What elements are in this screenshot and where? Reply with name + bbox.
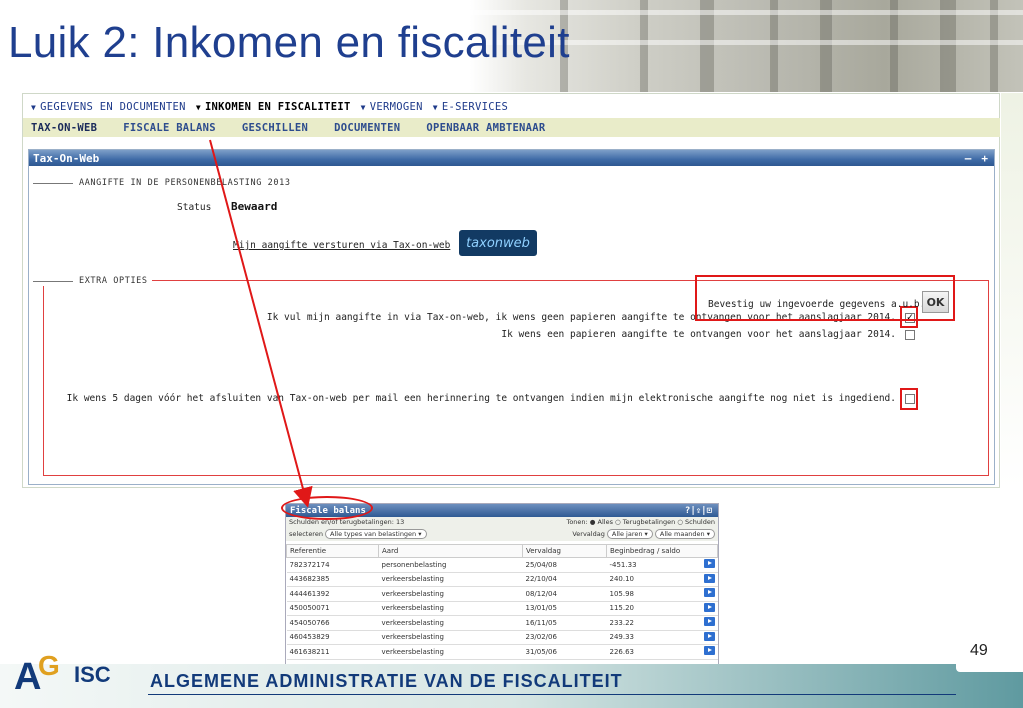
ok-button[interactable]: OK	[922, 291, 949, 313]
table-cell: 460453829	[286, 630, 379, 645]
topnav-item-eservices[interactable]: ▼ E-SERVICES	[433, 101, 508, 113]
fiscale-balans-filter-row: selecteren Alle types van belastingen ▾ …	[286, 527, 718, 541]
table-cell: 115.20	[606, 601, 680, 616]
table-row: 460453829 verkeersbelasting 23/02/06 249.33	[286, 630, 718, 645]
option-paper-checkbox[interactable]	[905, 330, 915, 340]
tax-type-select[interactable]: Alle types van belastingen ▾	[325, 529, 427, 539]
panel-title: Tax-On-Web	[33, 151, 100, 165]
table-cell: 782372174	[286, 557, 379, 573]
confirm-text: Bevestig uw ingevoerde gegevens a.u.b..	[708, 299, 932, 310]
send-declaration-link[interactable]: Mijn aangifte versturen via Tax-on-web	[233, 240, 450, 251]
table-row: 450050071 verkeersbelasting 13/01/05 115.20	[286, 601, 718, 616]
play-arrow-icon[interactable]	[703, 573, 715, 583]
tab-openbaar-ambtenaar[interactable]: OPENBAAR AMBTENAAR	[426, 122, 545, 134]
table-cell: 25/04/08	[522, 557, 607, 573]
fiscale-balans-summary-row: Schulden en/of terugbetalingen: 13 Tonen…	[286, 517, 718, 527]
highlight-fiscale-balans-title	[281, 496, 373, 520]
table-cell: personenbelasting	[378, 557, 523, 573]
table-cell: verkeersbelasting	[378, 572, 523, 587]
col-aard: Aard	[378, 544, 523, 558]
highlight-checkbox-3	[900, 388, 918, 410]
table-cell: 240.10	[606, 572, 680, 587]
highlight-confirm-box	[695, 275, 955, 321]
table-cell: 22/10/04	[522, 572, 607, 587]
table-cell: 444461392	[286, 586, 379, 602]
table-cell: -451.33	[606, 557, 680, 573]
tab-documenten[interactable]: DOCUMENTEN	[334, 122, 400, 134]
debt-count: Schulden en/of terugbetalingen: 13	[289, 518, 405, 526]
vervaldag-label: Vervaldag	[572, 530, 605, 538]
topnav-item-vermogen[interactable]: ▼ VERMOGEN	[361, 101, 423, 113]
option-paper-label: Ik wens een papieren aangifte te ontvang…	[501, 329, 896, 340]
tab-tax-on-web[interactable]: TAX-ON-WEB	[31, 122, 97, 134]
triangle-down-icon: ▼	[360, 102, 366, 112]
collapse-icon[interactable]: –	[965, 152, 972, 165]
table-cell: verkeersbelasting	[378, 586, 523, 602]
table-cell: 226.63	[606, 644, 680, 660]
play-arrow-icon[interactable]	[703, 646, 715, 656]
table-row: 782372174 personenbelasting 25/04/08 -451.3…	[286, 557, 718, 573]
table-row: 454050766 verkeersbelasting 16/11/05 233.22	[286, 615, 718, 631]
agi-isc-logo: A G ISC	[14, 650, 111, 698]
panel-header: Tax-On-Web – +	[29, 150, 994, 166]
table-cell: verkeersbelasting	[378, 644, 523, 660]
year-select[interactable]: Alle jaren ▾	[606, 529, 653, 539]
table-cell: 454050766	[286, 615, 379, 631]
fiscale-balans-inset: Fiscale balans ?|⇪|⊡ Schulden en/of teru…	[285, 503, 719, 675]
option-reminder-label: Ik wens 5 dagen vóór het afsluiten van T…	[66, 393, 896, 404]
table-cell: verkeersbelasting	[378, 601, 523, 616]
section-aangifte-legend: AANGIFTE IN DE PERSONENBELASTING 2013	[33, 178, 291, 188]
table-cell: 23/02/06	[522, 630, 607, 645]
table-cell: 249.33	[606, 630, 680, 645]
play-arrow-icon[interactable]	[703, 559, 715, 569]
play-arrow-icon[interactable]	[703, 617, 715, 627]
taxonweb-logo: taxonweb	[459, 230, 537, 256]
triangle-down-icon: ▼	[195, 102, 201, 112]
table-cell: 08/12/04	[522, 586, 607, 602]
table-cell: verkeersbelasting	[378, 615, 523, 631]
status-value: Bewaard	[231, 200, 278, 213]
table-cell: 461638211	[286, 644, 379, 660]
table-cell: verkeersbelasting	[378, 630, 523, 645]
show-filter-radios[interactable]: Tonen: ● Alles ○ Terugbetalingen ○ Schul…	[566, 518, 715, 526]
col-beginbedrag: Beginbedrag / saldo	[606, 544, 718, 558]
slide-title: Luik 2: Inkomen en fiscaliteit	[8, 18, 570, 67]
table-row: 444461392 verkeersbelasting 08/12/04 105.98	[286, 586, 718, 602]
status-label: Status	[177, 202, 212, 213]
topnav-item-gegevens[interactable]: ▼ GEGEVENS EN DOCUMENTEN	[31, 101, 186, 113]
play-arrow-icon[interactable]	[703, 631, 715, 641]
top-navigation: ▼ GEGEVENS EN DOCUMENTEN ▼ INKOMEN EN FISC…	[31, 101, 508, 113]
topnav-item-inkomen[interactable]: ▼ INKOMEN EN FISCALITEIT	[196, 101, 351, 113]
tab-fiscale-balans[interactable]: FISCALE BALANS	[123, 122, 216, 134]
col-referentie: Referentie	[286, 544, 379, 558]
play-arrow-icon[interactable]	[703, 602, 715, 612]
tab-geschillen[interactable]: GESCHILLEN	[242, 122, 308, 134]
table-cell: 16/11/05	[522, 615, 607, 631]
select-label: selecteren	[289, 530, 323, 538]
table-row: 461638211 verkeersbelasting 31/05/06 226.63	[286, 644, 718, 660]
footer-text: ALGEMENE ADMINISTRATIE VAN DE FISCALITEI…	[150, 671, 623, 691]
table-cell: 13/01/05	[522, 601, 607, 616]
play-arrow-icon[interactable]	[703, 588, 715, 598]
section-extra-legend: EXTRA OPTIES	[33, 276, 152, 286]
table-cell: 233.22	[606, 615, 680, 631]
col-vervaldag: Vervaldag	[522, 544, 607, 558]
triangle-down-icon: ▼	[432, 102, 438, 112]
table-cell: 105.98	[606, 586, 680, 602]
expand-icon[interactable]: +	[981, 152, 988, 165]
month-select[interactable]: Alle maanden ▾	[654, 529, 715, 539]
table-row: 443682385 verkeersbelasting 22/10/04 240.10	[286, 572, 718, 587]
triangle-down-icon: ▼	[31, 102, 37, 112]
table-cell: 450050071	[286, 601, 379, 616]
sub-navigation: TAX-ON-WEB FISCALE BALANS GESCHILLEN DOC…	[23, 118, 1000, 137]
page-number: 49	[970, 642, 988, 659]
table-cell: 31/05/06	[522, 644, 607, 660]
table-cell: 443682385	[286, 572, 379, 587]
fiscale-balans-controls[interactable]: ?|⇪|⊡	[685, 506, 712, 516]
fiscale-balans-table: Referentie Aard Vervaldag Beginbedrag / …	[286, 544, 718, 660]
